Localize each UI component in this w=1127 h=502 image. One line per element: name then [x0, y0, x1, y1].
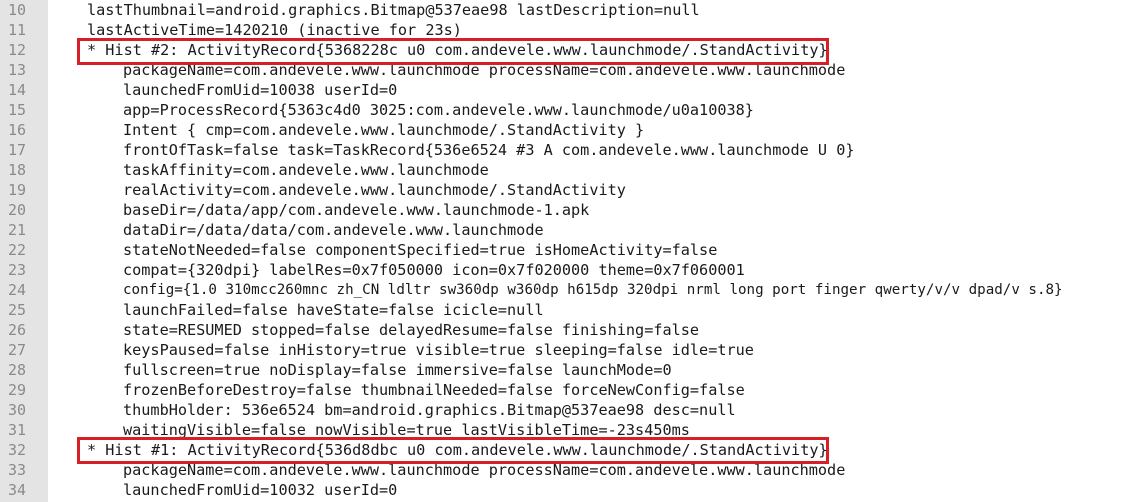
code-text: frozenBeforeDestroy=false thumbnailNeede… [123, 381, 745, 399]
code-line: 27 keysPaused=false inHistory=true visib… [0, 340, 1127, 360]
line-number: 15 [8, 101, 27, 119]
code-line: 34 launchedFromUid=10032 userId=0 [0, 480, 1127, 500]
line-number: 18 [8, 161, 27, 179]
code-text: thumbHolder: 536e6524 bm=android.graphic… [123, 401, 736, 419]
line-number: 11 [8, 21, 27, 39]
line-number: 10 [8, 1, 27, 19]
code-text: fullscreen=true noDisplay=false immersiv… [123, 361, 672, 379]
line-number: 25 [8, 301, 27, 319]
code-line: 11 lastActiveTime=1420210 (inactive for … [0, 20, 1127, 40]
code-text: launchFailed=false haveState=false icicl… [123, 301, 544, 319]
code-text: lastThumbnail=android.graphics.Bitmap@53… [87, 1, 700, 19]
code-text: state=RESUMED stopped=false delayedResum… [123, 321, 700, 339]
line-number: 32 [8, 441, 27, 459]
line-number: 29 [8, 381, 27, 399]
code-line: 17 frontOfTask=false task=TaskRecord{536… [0, 140, 1127, 160]
code-line: 10 lastThumbnail=android.graphics.Bitmap… [0, 0, 1127, 20]
code-line: 19 realActivity=com.andevele.www.launchm… [0, 180, 1127, 200]
line-number: 33 [8, 461, 27, 479]
code-text: launchedFromUid=10038 userId=0 [123, 81, 398, 99]
code-text: realActivity=com.andevele.www.launchmode… [123, 181, 626, 199]
line-number: 22 [8, 241, 27, 259]
code-text: frontOfTask=false task=TaskRecord{536e65… [123, 141, 855, 159]
line-number: 17 [8, 141, 27, 159]
code-line: 30 thumbHolder: 536e6524 bm=android.grap… [0, 400, 1127, 420]
line-number: 27 [8, 341, 27, 359]
line-number: 21 [8, 221, 27, 239]
code-text: taskAffinity=com.andevele.www.launchmode [123, 161, 489, 179]
code-line: 29 frozenBeforeDestroy=false thumbnailNe… [0, 380, 1127, 400]
code-text: compat={320dpi} labelRes=0x7f050000 icon… [123, 261, 745, 279]
code-line: 28 fullscreen=true noDisplay=false immer… [0, 360, 1127, 380]
code-line: 15 app=ProcessRecord{5363c4d0 3025:com.a… [0, 100, 1127, 120]
line-number: 14 [8, 81, 27, 99]
code-text: app=ProcessRecord{5363c4d0 3025:com.ande… [123, 101, 754, 119]
code-text: keysPaused=false inHistory=true visible=… [123, 341, 754, 359]
code-line: 25 launchFailed=false haveState=false ic… [0, 300, 1127, 320]
line-number: 23 [8, 261, 27, 279]
line-number: 20 [8, 201, 27, 219]
code-line: 16 Intent { cmp=com.andevele.www.launchm… [0, 120, 1127, 140]
line-number: 13 [8, 61, 27, 79]
code-text: baseDir=/data/app/com.andevele.www.launc… [123, 201, 590, 219]
line-number: 26 [8, 321, 27, 339]
text-editor[interactable]: 10 lastThumbnail=android.graphics.Bitmap… [0, 0, 1127, 502]
code-line: 21 dataDir=/data/data/com.andevele.www.l… [0, 220, 1127, 240]
line-number: 16 [8, 121, 27, 139]
code-text: stateNotNeeded=false componentSpecified=… [123, 241, 718, 259]
code-line: 24 config={1.0 310mcc260mnc zh_CN ldltr … [0, 280, 1127, 300]
code-line: 14 launchedFromUid=10038 userId=0 [0, 80, 1127, 100]
line-number: 28 [8, 361, 27, 379]
line-number: 19 [8, 181, 27, 199]
highlight-box-hist-1 [77, 437, 829, 464]
code-line: 18 taskAffinity=com.andevele.www.launchm… [0, 160, 1127, 180]
highlight-box-hist-2 [77, 38, 829, 65]
code-line: 22 stateNotNeeded=false componentSpecifi… [0, 240, 1127, 260]
code-line: 23 compat={320dpi} labelRes=0x7f050000 i… [0, 260, 1127, 280]
code-line: 20 baseDir=/data/app/com.andevele.www.la… [0, 200, 1127, 220]
line-number: 24 [8, 281, 27, 299]
line-number: 30 [8, 401, 27, 419]
code-text: dataDir=/data/data/com.andevele.www.laun… [123, 221, 544, 239]
code-line: 26 state=RESUMED stopped=false delayedRe… [0, 320, 1127, 340]
line-number: 31 [8, 421, 27, 439]
line-number: 12 [8, 41, 27, 59]
code-text: lastActiveTime=1420210 (inactive for 23s… [87, 21, 462, 39]
code-text: config={1.0 310mcc260mnc zh_CN ldltr sw3… [123, 282, 1063, 298]
code-text: Intent { cmp=com.andevele.www.launchmode… [123, 121, 645, 139]
code-text: launchedFromUid=10032 userId=0 [123, 481, 398, 499]
line-number: 34 [8, 481, 27, 499]
